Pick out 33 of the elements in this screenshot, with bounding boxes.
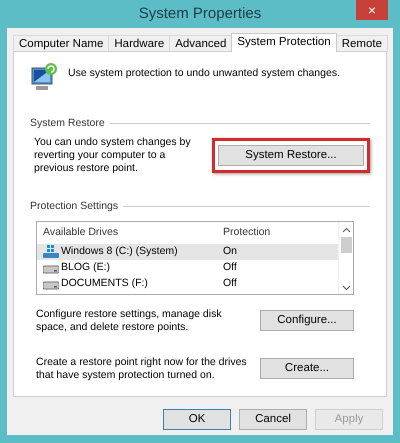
tab[interactable]: Computer Name bbox=[13, 35, 110, 52]
drive-row[interactable]: BLOG (E:) Off bbox=[37, 260, 338, 276]
dialog-button[interactable]: Cancel bbox=[239, 409, 307, 430]
group-label: Protection Settings bbox=[30, 198, 118, 214]
drive-row[interactable]: DOCUMENTS (F:) Off bbox=[37, 276, 338, 292]
tab[interactable]: Remote bbox=[336, 35, 388, 52]
window-title: System Properties bbox=[138, 4, 262, 24]
action-button[interactable]: Create... bbox=[260, 358, 354, 379]
tab[interactable]: System Protection bbox=[231, 33, 337, 52]
drive-row[interactable]: Windows 8 (C:) (System) On bbox=[37, 244, 338, 260]
scroll-up-icon[interactable] bbox=[342, 226, 350, 234]
action-description: Create a restore point right now for the drives that have system protection turned on. bbox=[36, 356, 248, 382]
protection-status: On bbox=[222, 244, 238, 259]
scroll-thumb[interactable] bbox=[340, 236, 352, 252]
scroll-down-icon[interactable] bbox=[342, 284, 350, 290]
protection-status: Off bbox=[222, 276, 237, 291]
protection-status: Off bbox=[222, 260, 237, 275]
group-label: System Restore bbox=[30, 116, 105, 131]
action-button[interactable]: Configure... bbox=[260, 310, 354, 331]
action-description: Configure restore settings, manage disk space, and delete restore points. bbox=[36, 308, 223, 334]
scrollbar[interactable] bbox=[338, 222, 353, 294]
drive-name: Windows 8 (C:) (System) bbox=[61, 244, 178, 259]
restore-description: You can undo system changes by reverting your computer to a previous restore point. bbox=[34, 136, 192, 175]
system-restore-button[interactable]: System Restore... bbox=[218, 144, 364, 166]
dialog-button[interactable]: OK bbox=[163, 409, 231, 430]
description-text: Use system protection to undo unwanted system changes. bbox=[68, 66, 340, 81]
drive-name: DOCUMENTS (F:) bbox=[61, 276, 148, 291]
drive-name: BLOG (E:) bbox=[61, 260, 110, 275]
windows-drive-icon bbox=[43, 245, 59, 258]
close-button[interactable]: × bbox=[356, 0, 388, 20]
monitor-icon bbox=[30, 62, 60, 92]
column-header[interactable]: Protection bbox=[217, 224, 270, 240]
column-header[interactable]: Available Drives bbox=[37, 224, 217, 240]
